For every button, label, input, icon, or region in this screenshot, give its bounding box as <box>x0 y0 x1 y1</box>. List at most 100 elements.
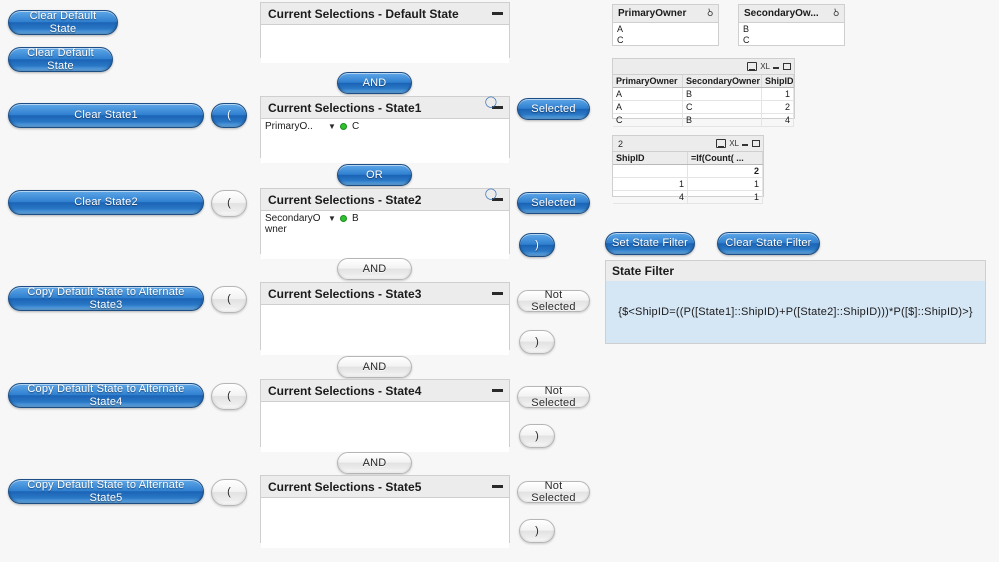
print-icon[interactable] <box>716 139 727 148</box>
list-item[interactable]: A <box>613 24 718 35</box>
clear-default-state-button-1[interactable]: Clear Default State <box>8 10 118 35</box>
panel-header: Current Selections - State1 <box>261 97 509 119</box>
cell-secondaryowner: B <box>683 88 762 100</box>
mode-not-selected-state3-button[interactable]: Not Selected <box>517 289 590 313</box>
column-header-shipid[interactable]: ShipID <box>613 152 688 164</box>
minimize-icon[interactable] <box>491 481 504 492</box>
table-row[interactable]: A B 1 <box>613 88 794 101</box>
close-paren-button-state4[interactable]: ) <box>519 424 555 448</box>
state-filter-expression: {$<ShipID=((P([State1]::ShipID)+P([State… <box>618 306 973 318</box>
panel-title: Current Selections - State4 <box>268 383 422 398</box>
list-item[interactable]: C <box>613 35 718 46</box>
table-caption-title: 2 <box>618 138 624 149</box>
current-selections-state5: Current Selections - State5 <box>260 475 510 548</box>
selection-value: C <box>352 121 360 132</box>
table-header-row: ShipID =If(Count( ... <box>613 151 763 165</box>
panel-body[interactable] <box>261 402 509 452</box>
list-item[interactable]: C <box>739 35 844 46</box>
cell-shipid-total <box>613 165 688 177</box>
copy-default-to-state4-button[interactable]: Copy Default State to Alternate State4 <box>8 383 204 408</box>
table-row[interactable]: 1 1 <box>613 178 763 191</box>
open-paren-button-state1[interactable]: ( <box>211 103 247 128</box>
panel-header: Current Selections - State5 <box>261 476 509 498</box>
open-paren-button-state4[interactable]: ( <box>211 383 247 410</box>
close-paren-button-state5[interactable]: ) <box>519 519 555 543</box>
operator-or-button[interactable]: OR <box>337 164 412 186</box>
table-row[interactable]: C B 4 <box>613 114 794 127</box>
qlikview-dashboard: Clear Default State Clear Default State … <box>0 0 999 562</box>
column-header-secondaryowner[interactable]: SecondaryOwner <box>683 75 762 87</box>
column-header-shipid[interactable]: ShipID <box>762 75 794 87</box>
selection-row[interactable]: SecondaryOwner ◯ ▼ B <box>265 189 505 236</box>
table-row[interactable]: A C 2 <box>613 101 794 114</box>
current-selections-state1: Current Selections - State1 PrimaryO.. ◯… <box>260 96 510 163</box>
listbox-body: A C <box>613 23 718 46</box>
listbox-secondaryowner: SecondaryOw... ☌ B C <box>738 4 845 46</box>
copy-default-to-state3-button[interactable]: Copy Default State to Alternate State3 <box>8 286 204 311</box>
close-paren-button-state3[interactable]: ) <box>519 330 555 354</box>
chevron-down-icon[interactable]: ▼ <box>327 213 337 225</box>
list-item[interactable]: B <box>739 24 844 35</box>
operator-and-2-button[interactable]: AND <box>337 258 412 280</box>
close-paren-button-state2[interactable]: ) <box>519 233 555 257</box>
excel-export-icon[interactable]: XL <box>760 62 770 71</box>
excel-export-icon[interactable]: XL <box>729 139 739 148</box>
open-paren-button-state2[interactable]: ( <box>211 190 247 217</box>
set-state-filter-button[interactable]: Set State Filter <box>605 232 695 255</box>
cell-shipid: 1 <box>613 178 688 190</box>
panel-body[interactable]: SecondaryOwner ◯ ▼ B <box>261 189 509 259</box>
selection-field-name: PrimaryO.. <box>265 121 313 132</box>
minimize-icon[interactable] <box>491 8 504 19</box>
selection-state-dot-icon <box>337 213 349 222</box>
clear-state-filter-button[interactable]: Clear State Filter <box>717 232 820 255</box>
panel-body[interactable] <box>261 25 509 63</box>
open-paren-button-state3[interactable]: ( <box>211 286 247 313</box>
cell-expression-total: 2 <box>688 165 763 177</box>
minimize-icon[interactable] <box>491 288 504 299</box>
minimize-icon[interactable] <box>491 385 504 396</box>
selection-value: B <box>352 213 359 224</box>
open-paren-button-state5[interactable]: ( <box>211 479 247 506</box>
operator-and-3-button[interactable]: AND <box>337 356 412 378</box>
cell-shipid: 4 <box>762 114 794 126</box>
mode-not-selected-state5-button[interactable]: Not Selected <box>517 480 590 504</box>
panel-body[interactable]: PrimaryO.. ◯ ▼ C <box>261 97 509 163</box>
current-selections-state2: Current Selections - State2 SecondaryOwn… <box>260 188 510 259</box>
column-header-primaryowner[interactable]: PrimaryOwner <box>613 75 683 87</box>
print-icon[interactable] <box>747 62 758 71</box>
copy-default-to-state5-button[interactable]: Copy Default State to Alternate State5 <box>8 479 204 504</box>
panel-body[interactable] <box>261 305 509 355</box>
maximize-icon[interactable] <box>752 140 760 147</box>
current-selections-state3: Current Selections - State3 <box>260 282 510 355</box>
clear-state2-button[interactable]: Clear State2 <box>8 190 204 215</box>
table-row[interactable]: 4 1 <box>613 191 763 204</box>
clear-default-state-button-2[interactable]: Clear Default State <box>8 47 113 72</box>
operator-and-1-button[interactable]: AND <box>337 72 412 94</box>
minimize-icon[interactable] <box>773 63 780 70</box>
table-header-row: PrimaryOwner SecondaryOwner ShipID <box>613 74 794 88</box>
cell-primaryowner: A <box>613 101 683 113</box>
minimize-icon[interactable] <box>742 140 749 147</box>
column-header-expression[interactable]: =If(Count( ... <box>688 152 763 164</box>
listbox-header: SecondaryOw... ☌ <box>739 5 844 23</box>
listbox-primaryowner: PrimaryOwner ☌ A C <box>612 4 719 46</box>
mode-selected-state1-button[interactable]: Selected <box>517 98 590 120</box>
maximize-icon[interactable] <box>783 63 791 70</box>
selection-field-name: SecondaryOwner <box>265 213 321 235</box>
panel-body[interactable] <box>261 498 509 548</box>
listbox-title: SecondaryOw... <box>744 8 819 19</box>
chevron-down-icon[interactable]: ▼ <box>327 121 337 133</box>
state-filter-panel: State Filter {$<ShipID=((P([State1]::Shi… <box>605 260 986 344</box>
operator-and-4-button[interactable]: AND <box>337 452 412 474</box>
cell-expression: 1 <box>688 178 763 190</box>
panel-title: Current Selections - State2 <box>268 192 422 207</box>
clear-state1-button[interactable]: Clear State1 <box>8 103 204 128</box>
mode-selected-state2-button[interactable]: Selected <box>517 192 590 214</box>
table-total-row: 2 <box>613 165 763 178</box>
panel-header: Current Selections - Default State <box>261 3 509 25</box>
current-selections-default-state: Current Selections - Default State <box>260 2 510 63</box>
table-shipid-count: 2 XL ShipID =If(Count( ... 2 1 1 4 1 <box>612 135 764 204</box>
selection-row[interactable]: PrimaryO.. ◯ ▼ C <box>265 97 505 133</box>
mode-not-selected-state4-button[interactable]: Not Selected <box>517 385 590 409</box>
cell-shipid: 4 <box>613 191 688 203</box>
